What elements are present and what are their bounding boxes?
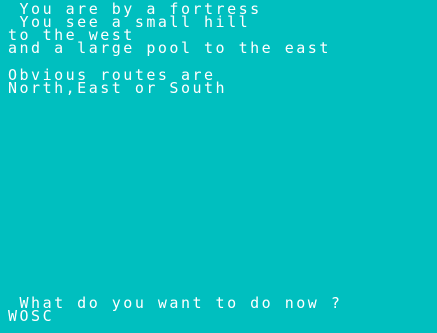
command-prompt: What do you want to do now ? — [8, 294, 343, 312]
game-screen: You are by a fortress You see a small hi… — [0, 0, 437, 333]
command-input[interactable]: WOSC — [8, 309, 54, 324]
routes-list: North,East or South — [8, 79, 228, 97]
description-line: and a large pool to the east — [8, 39, 331, 57]
